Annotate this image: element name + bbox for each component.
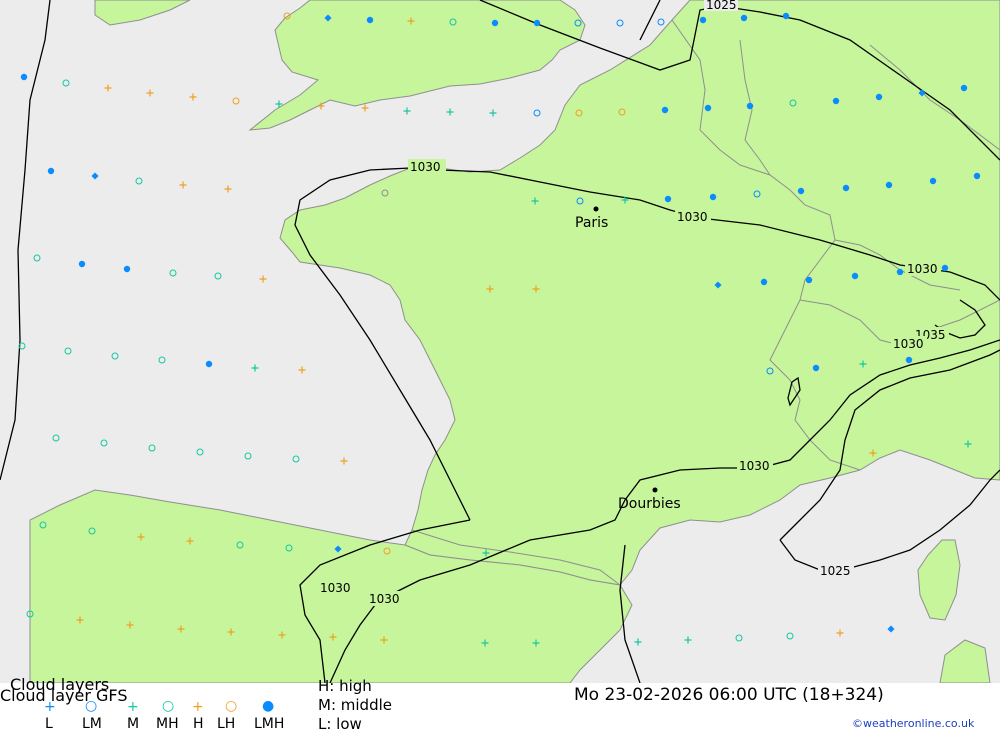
cloud-marker (20, 73, 28, 81)
cloud-marker (797, 187, 805, 195)
legend-label-m: M (127, 716, 140, 732)
legend-symbol-mh: ○ (162, 698, 175, 714)
cloud-marker (709, 193, 717, 201)
cloud-marker (760, 278, 768, 286)
credit-link[interactable]: ©weatheronline.co.uk (852, 718, 974, 729)
cloud-marker (875, 93, 883, 101)
cloud-marker (960, 84, 968, 92)
legend-label-mh: MH (156, 716, 179, 732)
cloud-marker (805, 276, 813, 284)
isobar-label: 1025 (706, 0, 737, 12)
channel-island (381, 189, 389, 197)
key-middle: M: middle (318, 696, 392, 714)
dourbies-marker (652, 487, 658, 493)
cloud-marker (47, 167, 55, 175)
cloud-marker (896, 268, 904, 276)
legend-symbol-h: + (192, 699, 204, 715)
key-low: L: low (318, 715, 362, 733)
cloud-marker (123, 265, 131, 273)
cloud-marker (905, 356, 913, 364)
cloud-marker (885, 181, 893, 189)
legend-symbol-lmh: ● (262, 698, 275, 714)
legend-label-lmh: LMH (254, 716, 285, 732)
city-label-paris: Paris (575, 215, 608, 231)
legend-symbol-m: + (127, 699, 139, 715)
city-label-dourbies: Dourbies (618, 496, 681, 512)
cloud-marker (366, 16, 374, 24)
cloud-marker (782, 12, 790, 20)
weather-map: 1025 1030 1030 1030 1035 1030 1030 1025 … (0, 0, 1000, 683)
legend-symbol-lm: ○ (85, 698, 98, 714)
cloud-marker (851, 272, 859, 280)
cloud-marker (842, 184, 850, 192)
cloud-marker (929, 177, 937, 185)
cloud-marker (704, 104, 712, 112)
cloud-marker (661, 106, 669, 114)
isobar-label: 1030 (739, 459, 770, 473)
cloud-marker (740, 14, 748, 22)
legend-label-l: L (45, 716, 53, 732)
map-title: Cloud layer GFS (0, 686, 128, 705)
cloud-marker (533, 19, 541, 27)
legend-symbol-lh: ○ (225, 698, 238, 714)
isobar-label: 1030 (893, 337, 924, 351)
forecast-datetime: Mo 23-02-2026 06:00 UTC (18+324) (574, 685, 884, 705)
isobar-label: 1030 (907, 262, 938, 276)
isobar-label: 1030 (410, 160, 441, 174)
cloud-marker (78, 260, 86, 268)
cloud-marker (973, 172, 981, 180)
isobar-label: 1030 (320, 581, 351, 595)
legend-footer: Cloud layers Cloud layer GFS + ○ + ○ + ○… (0, 677, 1000, 733)
key-high: H: high (318, 677, 372, 695)
cloud-marker (812, 364, 820, 372)
legend-symbol-l: + (44, 699, 56, 715)
cloud-marker (664, 195, 672, 203)
cloud-marker (699, 16, 707, 24)
cloud-marker (491, 19, 499, 27)
legend-label-h: H (193, 716, 204, 732)
legend-label-lm: LM (82, 716, 102, 732)
isobar-label: 1025 (820, 564, 851, 578)
cloud-marker (832, 97, 840, 105)
cloud-marker (205, 360, 213, 368)
cloud-marker (746, 102, 754, 110)
isobar-label: 1030 (369, 592, 400, 606)
paris-marker (593, 206, 599, 212)
cloud-marker (941, 264, 949, 272)
isobar-label: 1030 (677, 210, 708, 224)
legend-label-lh: LH (217, 716, 236, 732)
